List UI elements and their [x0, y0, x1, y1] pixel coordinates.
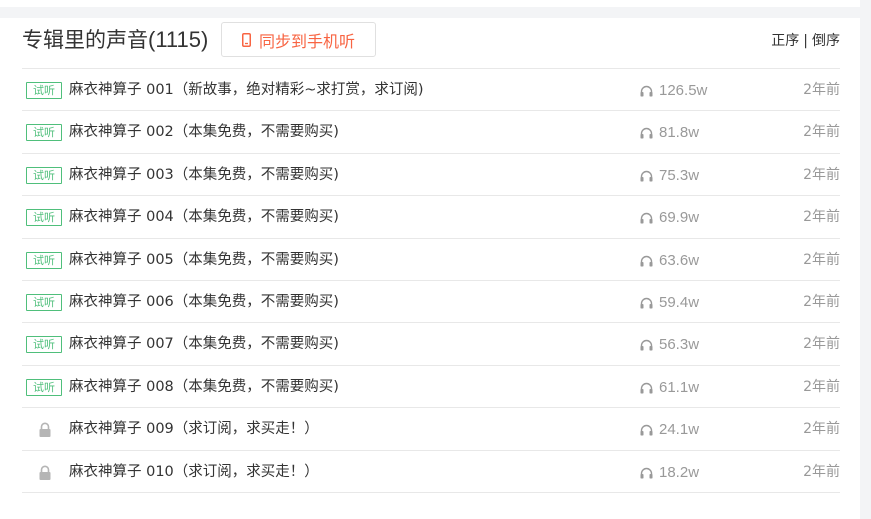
- play-count: 126.5w: [640, 80, 707, 102]
- sort-controls: 正序 | 倒序: [771, 30, 840, 50]
- track-title[interactable]: 麻衣神算子 007（本集免费，不需要购买): [69, 333, 339, 355]
- track-title[interactable]: 麻衣神算子 006（本集免费，不需要购买): [69, 291, 339, 313]
- play-count-value: 63.6w: [659, 251, 700, 269]
- track-row[interactable]: 试听 麻衣神算子 003（本集免费，不需要购买) 75.3w 2年前: [22, 154, 840, 197]
- album-tracks-header: 专辑里的声音(1115) 同步到手机听 正序 | 倒序: [22, 22, 840, 58]
- publish-date: 2年前: [803, 293, 840, 310]
- publish-date: 2年前: [803, 166, 840, 183]
- play-count-value: 126.5w: [659, 82, 708, 99]
- track-row[interactable]: 试听 麻衣神算子 004（本集免费，不需要购买) 69.9w 2年前: [22, 196, 840, 239]
- play-count-value: 81.8w: [659, 124, 700, 142]
- track-title[interactable]: 麻衣神算子 005（本集免费，不需要购买): [69, 249, 339, 271]
- publish-date: 2年前: [803, 421, 840, 438]
- play-count-value: 56.3w: [659, 336, 700, 354]
- track-row[interactable]: 试听 麻衣神算子 007（本集免费，不需要购买) 56.3w 2年前: [22, 323, 840, 366]
- play-count-value: 24.1w: [659, 421, 700, 439]
- headphone-icon: [640, 255, 653, 267]
- track-title[interactable]: 麻衣神算子 002（本集免费，不需要购买): [69, 121, 339, 143]
- track-row[interactable]: 试听 麻衣神算子 005（本集免费，不需要购买) 63.6w 2年前: [22, 239, 840, 281]
- publish-date: 2年前: [803, 378, 840, 395]
- section-title-text: 专辑里的声音: [22, 28, 148, 52]
- play-count: 56.3w: [640, 334, 699, 356]
- track-title[interactable]: 麻衣神算子 008（本集免费，不需要购买): [69, 376, 339, 398]
- track-count: (1115): [148, 27, 209, 52]
- play-count: 61.1w: [640, 377, 699, 399]
- play-count-value: 69.9w: [659, 209, 700, 227]
- headphone-icon: [640, 213, 653, 224]
- headphone-icon: [640, 340, 653, 351]
- track-row[interactable]: 试听 麻衣神算子 002（本集免费，不需要购买) 81.8w 2年前: [22, 111, 840, 154]
- play-count: 63.6w: [640, 250, 699, 272]
- headphone-icon: [640, 170, 653, 182]
- track-title[interactable]: 麻衣神算子 003（本集免费，不需要购买): [69, 164, 339, 186]
- phone-icon: [241, 32, 251, 47]
- trial-listen-badge[interactable]: 试听: [26, 378, 62, 396]
- track-title[interactable]: 麻衣神算子 004（本集免费，不需要购买): [69, 206, 339, 228]
- headphone-icon: [640, 467, 653, 479]
- play-count: 75.3w: [640, 165, 699, 187]
- play-count: 24.1w: [640, 419, 699, 441]
- play-count-value: 59.4w: [659, 293, 700, 311]
- track-row[interactable]: 试听 麻衣神算子 001（新故事，绝对精彩~求打赏，求订阅) 126.5w 2年前: [22, 69, 840, 112]
- trial-listen-badge[interactable]: 试听: [26, 251, 62, 269]
- trial-listen-badge[interactable]: 试听: [26, 293, 62, 311]
- play-count-value: 61.1w: [659, 378, 700, 396]
- play-count: 59.4w: [640, 292, 699, 314]
- play-count-value: 18.2w: [659, 463, 700, 481]
- track-row[interactable]: 麻衣神算子 010（求订阅，求买走！） 18.2w 2年前: [22, 451, 840, 493]
- lock-icon: [39, 422, 51, 438]
- publish-date: 2年前: [803, 82, 840, 98]
- trial-listen-badge[interactable]: 试听: [26, 124, 62, 142]
- headphone-icon: [640, 425, 653, 436]
- publish-date: 2年前: [803, 251, 840, 268]
- sort-separator: |: [803, 33, 808, 49]
- trial-listen-badge[interactable]: 试听: [26, 82, 62, 99]
- page: 专辑里的声音(1115) 同步到手机听 正序 | 倒序 试听 麻衣神算子 001（新故…: [0, 0, 871, 519]
- headphone-icon: [640, 85, 653, 97]
- play-count: 69.9w: [640, 207, 699, 229]
- play-count-value: 75.3w: [659, 166, 700, 184]
- headphone-icon: [640, 128, 653, 139]
- trial-listen-badge[interactable]: 试听: [26, 209, 62, 227]
- play-count: 81.8w: [640, 122, 699, 144]
- section-title: 专辑里的声音(1115): [22, 25, 208, 55]
- sync-to-phone-button[interactable]: 同步到手机听: [221, 22, 376, 57]
- headphone-icon: [640, 382, 653, 394]
- track-row[interactable]: 试听 麻衣神算子 006（本集免费，不需要购买) 59.4w 2年前: [22, 281, 840, 324]
- trial-listen-badge[interactable]: 试听: [26, 166, 62, 184]
- track-list: 试听 麻衣神算子 001（新故事，绝对精彩~求打赏，求订阅) 126.5w 2年前 试听…: [22, 68, 840, 493]
- lock-icon: [39, 465, 51, 480]
- publish-date: 2年前: [803, 463, 840, 480]
- sync-to-phone-label: 同步到手机听: [258, 31, 355, 51]
- previous-section-card: [0, 0, 860, 7]
- track-title[interactable]: 麻衣神算子 001（新故事，绝对精彩~求打赏，求订阅): [69, 79, 424, 101]
- publish-date: 2年前: [803, 209, 840, 226]
- sort-ascending-link[interactable]: 正序: [771, 33, 799, 49]
- headphone-icon: [640, 297, 653, 309]
- publish-date: 2年前: [803, 336, 840, 353]
- play-count: 18.2w: [640, 462, 699, 484]
- sort-descending-link[interactable]: 倒序: [812, 33, 840, 49]
- track-title[interactable]: 麻衣神算子 010（求订阅，求买走！）: [69, 461, 319, 483]
- track-row[interactable]: 试听 麻衣神算子 008（本集免费，不需要购买) 61.1w 2年前: [22, 366, 840, 409]
- publish-date: 2年前: [803, 124, 840, 141]
- track-title[interactable]: 麻衣神算子 009（求订阅，求买走！）: [69, 418, 319, 440]
- track-row[interactable]: 麻衣神算子 009（求订阅，求买走！） 24.1w 2年前: [22, 408, 840, 451]
- trial-listen-badge[interactable]: 试听: [26, 336, 62, 354]
